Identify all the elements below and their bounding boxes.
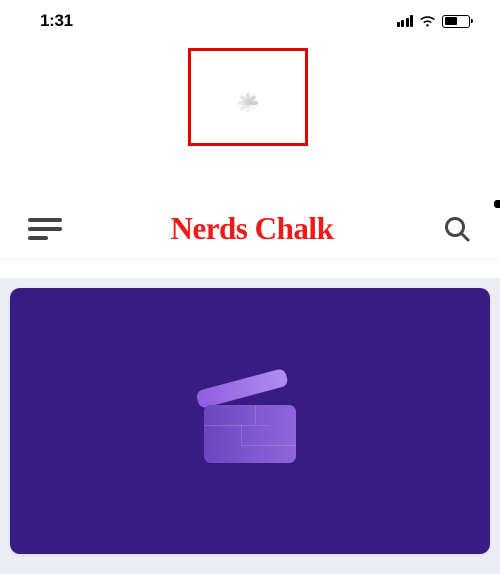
content-area	[0, 278, 500, 574]
status-time: 1:31	[40, 11, 73, 31]
site-header: Nerds Chalk	[0, 198, 500, 260]
site-logo[interactable]: Nerds Chalk	[171, 210, 334, 247]
search-icon	[443, 215, 471, 243]
menu-button[interactable]	[28, 218, 62, 240]
search-button[interactable]	[442, 214, 472, 244]
status-indicators	[397, 15, 471, 28]
loading-annotation-box	[188, 48, 308, 146]
clapperboard-icon	[204, 381, 296, 461]
feature-card[interactable]	[10, 288, 490, 554]
status-bar: 1:31	[0, 0, 500, 36]
battery-icon	[442, 15, 470, 28]
loading-spinner-icon	[230, 79, 266, 115]
cellular-signal-icon	[397, 15, 414, 27]
wifi-icon	[419, 15, 436, 27]
